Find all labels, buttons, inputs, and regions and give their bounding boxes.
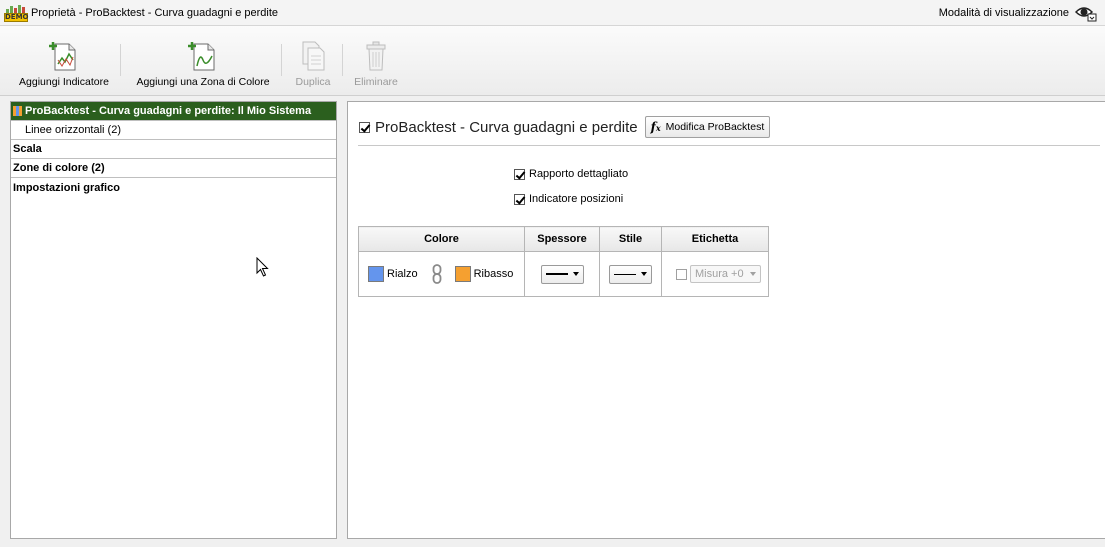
settings-panel: ProBacktest - Curva guadagni e perdite f…	[347, 101, 1105, 539]
toolbar-separator	[281, 44, 282, 76]
duplicate-button[interactable]: Duplica	[291, 40, 335, 88]
fall-color-swatch[interactable]	[454, 266, 471, 282]
label-cell: Misura +0	[661, 251, 769, 297]
tree-item-chart-settings[interactable]: Impostazioni grafico	[11, 178, 336, 197]
panel-header: ProBacktest - Curva guadagni e perdite f…	[359, 116, 771, 138]
properties-tree: ProBacktest - Curva guadagni e perdite: …	[10, 101, 337, 539]
rise-color-swatch[interactable]	[368, 266, 384, 282]
eye-icon[interactable]	[1075, 4, 1097, 22]
detailed-report-checkbox[interactable]	[514, 168, 525, 180]
mouse-cursor-icon	[256, 257, 269, 277]
style-table: Colore Spessore Stile Etichetta Rialzo R…	[358, 226, 769, 297]
app-demo-icon: DEMO	[4, 4, 29, 22]
position-indicator-label: Indicatore posizioni	[529, 193, 624, 205]
header-thickness: Spessore	[524, 226, 600, 252]
show-indicator-checkbox[interactable]	[359, 121, 370, 133]
add-color-zone-icon	[188, 42, 215, 71]
duplicate-label: Duplica	[295, 76, 331, 88]
line-style-dropdown[interactable]	[609, 264, 652, 284]
tree-item-color-zones[interactable]: Zone di colore (2)	[11, 159, 336, 178]
thick-line-preview	[545, 273, 568, 275]
title-bar: DEMO Proprietà - ProBacktest - Curva gua…	[0, 0, 1105, 26]
demo-badge: DEMO	[4, 12, 29, 22]
edit-probacktest-label: Modifica ProBacktest	[665, 121, 765, 133]
header-style: Stile	[599, 226, 662, 252]
line-style-preview	[614, 273, 636, 275]
dropdown-arrow-icon	[572, 272, 579, 276]
add-color-zone-label: Aggiungi una Zona di Colore	[136, 76, 270, 88]
label-measure-value: Misura +0	[695, 268, 744, 280]
add-color-zone-button[interactable]: Aggiungi una Zona di Colore	[133, 40, 273, 88]
tree-item-label: Linee orizzontali (2)	[25, 124, 121, 136]
delete-label: Eliminare	[354, 76, 398, 88]
tree-item-label: Scala	[13, 143, 42, 155]
add-indicator-button[interactable]: Aggiungi Indicatore	[18, 40, 110, 88]
header-label: Etichetta	[661, 226, 769, 252]
window-title: Proprietà - ProBacktest - Curva guadagni…	[31, 6, 279, 19]
dropdown-arrow-icon	[641, 272, 647, 276]
edit-probacktest-button[interactable]: fx Modifica ProBacktest	[644, 116, 771, 138]
toolbar-separator	[342, 44, 343, 76]
toolbar: Aggiungi Indicatore Aggiungi una Zona di…	[0, 26, 1105, 96]
rise-label: Rialzo	[387, 268, 418, 280]
divider	[358, 145, 1100, 146]
thickness-cell	[524, 251, 600, 297]
style-cell	[599, 251, 662, 297]
chain-link-icon[interactable]	[432, 264, 442, 284]
tree-item-label: ProBacktest - Curva guadagni e perdite: …	[25, 105, 312, 117]
detailed-report-option[interactable]: Rapporto dettagliato	[514, 168, 628, 180]
label-measure-dropdown[interactable]: Misura +0	[690, 265, 761, 283]
toolbar-separator	[120, 44, 121, 76]
trash-icon	[366, 41, 386, 71]
color-cell: Rialzo Ribasso	[358, 251, 525, 297]
delete-button[interactable]: Eliminare	[352, 40, 400, 88]
duplicate-icon	[302, 41, 325, 71]
view-mode-label[interactable]: Modalità di visualizzazione	[939, 7, 1069, 19]
label-checkbox[interactable]	[676, 268, 687, 280]
add-indicator-label: Aggiungi Indicatore	[19, 76, 109, 88]
thickness-dropdown[interactable]	[540, 264, 584, 284]
tree-item-label: Zone di colore (2)	[13, 162, 105, 174]
function-icon: fx	[650, 120, 661, 134]
panel-title: ProBacktest - Curva guadagni e perdite	[375, 118, 638, 136]
dropdown-arrow-icon	[749, 272, 756, 276]
position-indicator-checkbox[interactable]	[514, 193, 525, 205]
tree-item-horizontal-lines[interactable]: Linee orizzontali (2)	[11, 121, 336, 140]
tree-item-probacktest[interactable]: ProBacktest - Curva guadagni e perdite: …	[11, 102, 336, 121]
detailed-report-label: Rapporto dettagliato	[529, 168, 629, 180]
tree-item-label: Impostazioni grafico	[13, 181, 120, 194]
header-color: Colore	[358, 226, 525, 252]
add-indicator-icon	[49, 42, 76, 71]
tree-item-scale[interactable]: Scala	[11, 140, 336, 159]
indicator-color-icon	[13, 106, 22, 116]
position-indicator-option[interactable]: Indicatore posizioni	[514, 193, 623, 205]
fall-label: Ribasso	[473, 268, 514, 280]
